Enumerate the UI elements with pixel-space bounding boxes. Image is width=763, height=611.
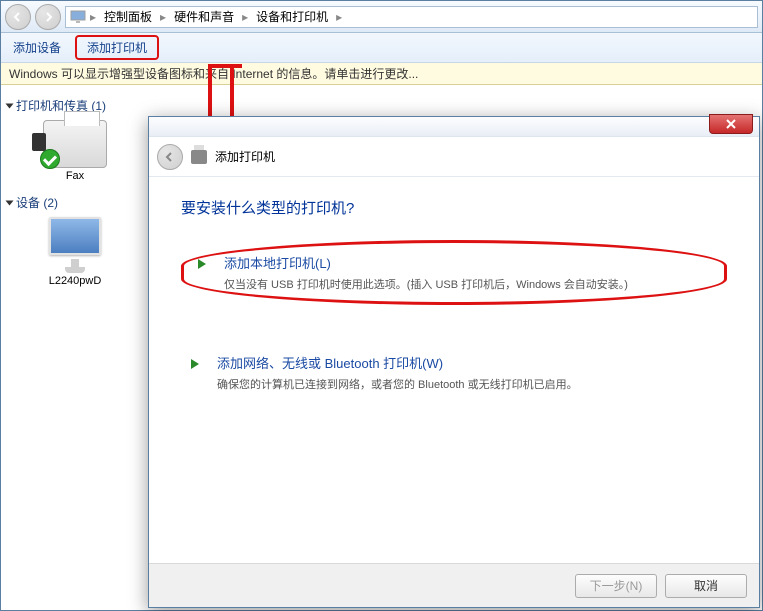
close-icon [725,118,737,130]
chevron-right-icon: ▸ [242,10,248,24]
group-header-devices[interactable]: 设备 (2) [7,194,143,211]
group-label: 设备 (2) [16,194,58,211]
info-bar-text: Windows 可以显示增强型设备图标和来自 Internet 的信息。请单击进… [9,65,418,82]
next-button[interactable]: 下一步(N) [575,574,657,598]
option-description: 确保您的计算机已连接到网络，或者您的 Bluetooth 或无线打印机已启用。 [217,376,578,392]
option-description: 仅当没有 USB 打印机时使用此选项。(插入 USB 打印机后，Windows … [224,276,628,292]
option-add-network-printer[interactable]: 添加网络、无线或 Bluetooth 打印机(W) 确保您的计算机已连接到网络，… [181,345,727,400]
chevron-right-icon: ▸ [336,10,342,24]
dialog-title: 添加打印机 [215,148,275,165]
option-add-local-printer[interactable]: 添加本地打印机(L) 仅当没有 USB 打印机时使用此选项。(插入 USB 打印… [181,240,727,305]
fax-icon [43,120,107,168]
cancel-button[interactable]: 取消 [665,574,747,598]
dialog-header: 添加打印机 [149,137,759,177]
dialog-back-button[interactable] [157,144,183,170]
chevron-right-icon: ▸ [90,10,96,24]
device-list-panel: 打印机和传真 (1) Fax 设备 (2) L2240pwD [1,85,149,610]
dialog-footer: 下一步(N) 取消 [149,563,759,607]
breadcrumb-item[interactable]: 设备和打印机 [252,8,332,25]
add-device-button[interactable]: 添加设备 [1,33,73,62]
arrow-left-icon [165,152,175,162]
chevron-right-icon: ▸ [160,10,166,24]
default-check-icon [40,149,60,169]
address-bar: ▸ 控制面板 ▸ 硬件和声音 ▸ 设备和打印机 ▸ [1,1,762,33]
add-printer-label: 添加打印机 [87,39,147,56]
nav-back-button[interactable] [5,4,31,30]
device-label: Fax [66,170,84,182]
toolbar: 添加设备 添加打印机 [1,33,762,63]
breadcrumb-item[interactable]: 控制面板 [100,8,156,25]
collapse-icon [6,200,14,205]
add-printer-dialog: 添加打印机 要安装什么类型的打印机? 添加本地打印机(L) 仅当没有 USB 打… [148,116,760,608]
breadcrumb-item[interactable]: 硬件和声音 [170,8,238,25]
add-printer-button[interactable]: 添加打印机 [75,35,159,60]
device-item-fax[interactable]: Fax [7,120,143,182]
nav-forward-button[interactable] [35,4,61,30]
device-item-monitor[interactable]: L2240pwD [7,217,143,287]
arrow-right-icon [198,255,214,271]
monitor-icon [43,217,107,273]
device-label: L2240pwD [49,275,102,287]
option-title: 添加网络、无线或 Bluetooth 打印机(W) [217,353,578,372]
printer-icon [191,150,207,164]
dialog-titlebar [149,117,759,137]
dialog-heading: 要安装什么类型的打印机? [181,197,727,218]
collapse-icon [6,103,14,108]
option-title: 添加本地打印机(L) [224,253,628,272]
info-bar[interactable]: Windows 可以显示增强型设备图标和来自 Internet 的信息。请单击进… [1,63,762,85]
monitor-icon [70,9,86,25]
close-button[interactable] [709,114,753,134]
dialog-body: 要安装什么类型的打印机? 添加本地打印机(L) 仅当没有 USB 打印机时使用此… [149,177,759,460]
breadcrumb[interactable]: ▸ 控制面板 ▸ 硬件和声音 ▸ 设备和打印机 ▸ [65,6,758,28]
arrow-right-icon [191,355,207,371]
